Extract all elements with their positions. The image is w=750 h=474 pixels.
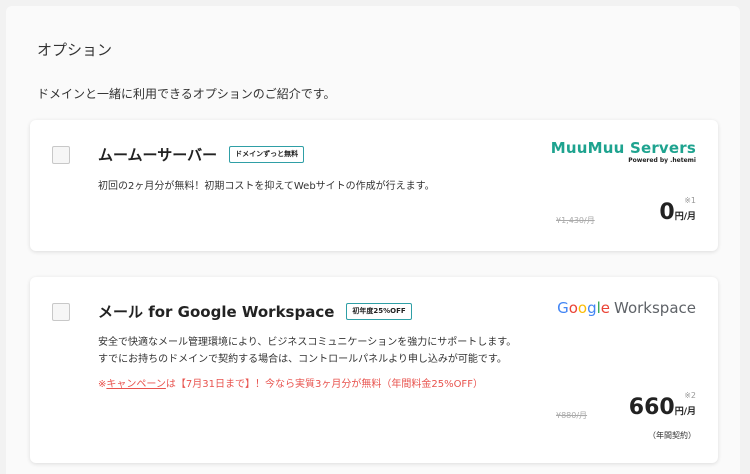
logo-workspace: Workspace [614, 299, 696, 317]
price-value: 0 [659, 200, 675, 225]
logo-letter: e [600, 299, 610, 317]
option-card-muumuu-server[interactable]: ムームーサーバー ドメインずっと無料 初回の2ヶ月分が無料！初期コストを抑えてW… [30, 120, 718, 251]
option-title: ムームーサーバー ドメインずっと無料 [98, 144, 305, 165]
logo-letter: g [587, 299, 597, 317]
price: 660円/月 [629, 395, 696, 420]
option-title-text: ムームーサーバー [98, 146, 218, 164]
description-line-2: すでにお持ちのドメインで契約する場合は、コントロールパネルより申し込みが可能です… [98, 354, 507, 365]
old-price: ¥880/月 [556, 411, 588, 420]
muumuu-servers-logo: MuuMuu Servers Powered by .hetemi [551, 139, 696, 164]
campaign-link[interactable]: キャンペーン [106, 379, 166, 390]
muumuu-server-checkbox[interactable] [52, 146, 70, 164]
section-description: ドメインと一緒に利用できるオプションのご紹介です。 [37, 87, 336, 101]
option-badge: 初年度25%OFF [346, 303, 412, 320]
price-unit: 円/月 [674, 212, 696, 222]
price-value: 660 [628, 395, 675, 420]
campaign-text: は【7月31日まで】！今なら実質3ヶ月分が無料（年間料金25%OFF） [165, 379, 483, 390]
option-title: メール for Google Workspace 初年度25%OFF [98, 301, 412, 322]
logo-letter: G [557, 299, 569, 317]
price: 0円/月 [659, 200, 696, 225]
muumuu-logo-sub: Powered by .hetemi [628, 157, 696, 164]
old-price: ¥1,430/月 [556, 216, 595, 225]
section-title: オプション [37, 41, 113, 59]
option-description: 安全で快適なメール管理環境により、ビジネスコミュニケーションを強力にサポートしま… [98, 334, 516, 368]
annual-contract-label: （年間契約） [648, 431, 696, 440]
google-workspace-checkbox[interactable] [52, 303, 70, 321]
muumuu-logo-main: MuuMuu Servers [550, 139, 696, 157]
option-badge: ドメインずっと無料 [229, 146, 305, 163]
logo-letter: o [577, 299, 588, 317]
option-title-text: メール for Google Workspace [98, 303, 335, 321]
google-workspace-logo: Google Workspace [557, 299, 696, 317]
option-description: 初回の2ヶ月分が無料！初期コストを抑えてWebサイトの作成が行えます。 [98, 181, 435, 192]
price-unit: 円/月 [674, 407, 696, 417]
campaign-notice: ※キャンペーンは【7月31日まで】！今なら実質3ヶ月分が無料（年間料金25%OF… [98, 375, 483, 390]
logo-letter: o [568, 299, 578, 317]
option-card-google-workspace[interactable]: メール for Google Workspace 初年度25%OFF 安全で快適… [30, 277, 718, 463]
description-line-1: 安全で快適なメール管理環境により、ビジネスコミュニケーションを強力にサポートしま… [98, 337, 517, 348]
